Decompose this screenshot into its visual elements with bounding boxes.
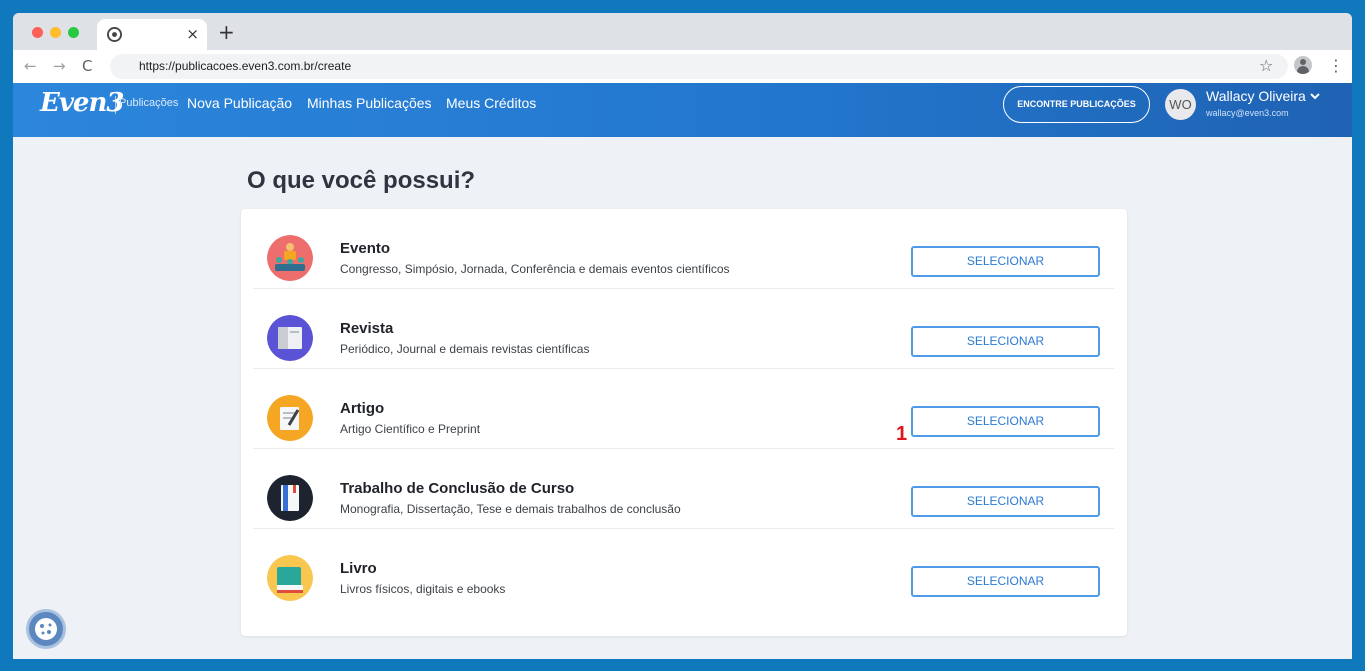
list-item-tcc: Trabalho de Conclusão de Curso Monografi…	[253, 449, 1114, 529]
cookie-settings-button[interactable]	[26, 609, 66, 649]
book-icon	[267, 555, 313, 601]
url-text[interactable]: https://publicacoes.even3.com.br/create	[139, 59, 351, 73]
item-description: Congresso, Simpósio, Jornada, Conferênci…	[340, 262, 730, 276]
article-icon	[267, 395, 313, 441]
user-email: wallacy@even3.com	[1206, 108, 1289, 118]
avatar[interactable]: WO	[1165, 89, 1196, 120]
chevron-down-icon[interactable]	[1310, 92, 1320, 100]
nav-minhas-publicacoes[interactable]: Minhas Publicações	[307, 95, 432, 111]
browser-menu-icon[interactable]: ⋮	[1328, 56, 1344, 76]
magazine-icon	[267, 315, 313, 361]
forward-icon[interactable]: →	[53, 56, 66, 76]
maximize-window-button[interactable]	[68, 27, 79, 38]
nav-nova-publicacao[interactable]: Nova Publicação	[187, 95, 292, 111]
select-revista-button[interactable]: SELECIONAR	[911, 326, 1100, 357]
list-item-artigo: Artigo Artigo Científico e Preprint SELE…	[253, 369, 1114, 449]
reload-icon[interactable]: C	[82, 56, 92, 76]
item-title: Evento	[340, 240, 391, 257]
thesis-icon	[267, 475, 313, 521]
item-title: Trabalho de Conclusão de Curso	[340, 480, 575, 497]
item-description: Monografia, Dissertação, Tese e demais t…	[340, 502, 681, 516]
nav-meus-creditos[interactable]: Meus Créditos	[446, 95, 536, 111]
select-evento-button[interactable]: SELECIONAR	[911, 246, 1100, 277]
item-description: Periódico, Journal e demais revistas cie…	[340, 342, 590, 356]
select-artigo-button[interactable]: SELECIONAR	[911, 406, 1100, 437]
profile-icon[interactable]	[1294, 56, 1312, 74]
chrome-favicon-icon	[107, 27, 122, 42]
address-bar[interactable]: https://publicacoes.even3.com.br/create	[110, 54, 1288, 79]
cookie-icon	[35, 618, 57, 640]
close-window-button[interactable]	[32, 27, 43, 38]
new-tab-icon[interactable]: +	[218, 22, 235, 42]
logo-subtitle: Publicações	[119, 97, 179, 109]
list-item-livro: Livro Livros físicos, digitais e ebooks …	[253, 529, 1114, 609]
select-tcc-button[interactable]: SELECIONAR	[911, 486, 1100, 517]
minimize-window-button[interactable]	[50, 27, 61, 38]
find-publications-button[interactable]: ENCONTRE PUBLICAÇÕES	[1003, 86, 1150, 123]
tab-strip: × +	[13, 13, 1352, 50]
options-card: Evento Congresso, Simpósio, Jornada, Con…	[241, 209, 1127, 636]
tab-close-icon[interactable]: ×	[186, 24, 199, 44]
item-description: Livros físicos, digitais e ebooks	[340, 582, 506, 596]
browser-toolbar: ← → C https://publicacoes.even3.com.br/c…	[13, 50, 1352, 83]
bookmark-star-icon[interactable]: ☆	[1259, 56, 1273, 76]
back-icon[interactable]: ←	[24, 56, 37, 76]
list-item-revista: Revista Periódico, Journal e demais revi…	[253, 289, 1114, 369]
list-item-evento: Evento Congresso, Simpósio, Jornada, Con…	[253, 209, 1114, 289]
even3-logo[interactable]: Even3	[40, 88, 124, 118]
user-name[interactable]: Wallacy Oliveira	[1206, 88, 1306, 104]
page-title: O que você possui?	[247, 167, 476, 194]
item-title: Livro	[340, 560, 377, 577]
item-description: Artigo Científico e Preprint	[340, 422, 481, 436]
site-header: Even3 Publicações Nova Publicação Minhas…	[13, 83, 1352, 137]
step-annotation: 1	[896, 423, 908, 445]
browser-window: × + ← → C https://publicacoes.even3.com.…	[13, 13, 1352, 659]
item-title: Artigo	[340, 400, 385, 417]
logo-divider	[115, 96, 116, 114]
browser-tab[interactable]: ×	[97, 19, 207, 50]
event-icon	[267, 235, 313, 281]
select-livro-button[interactable]: SELECIONAR	[911, 566, 1100, 597]
item-title: Revista	[340, 320, 394, 337]
